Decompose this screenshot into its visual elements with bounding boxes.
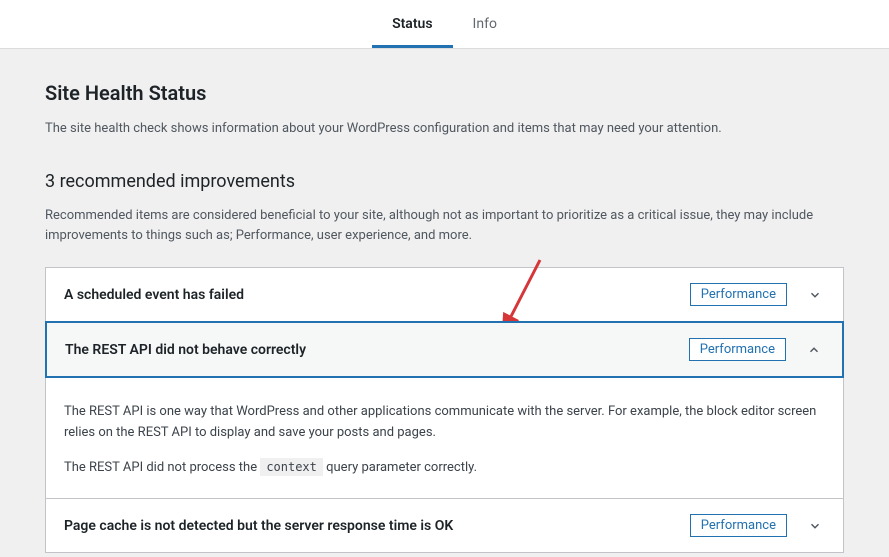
tabs-bar: Status Info: [0, 0, 889, 49]
main-content: Site Health Status The site health check…: [0, 81, 889, 553]
chevron-up-icon: [804, 340, 824, 360]
body-text: The REST API did not process the: [64, 460, 260, 475]
accordion: A scheduled event has failed Performance…: [45, 267, 844, 553]
accordion-header[interactable]: Page cache is not detected but the serve…: [46, 499, 843, 552]
accordion-title: A scheduled event has failed: [64, 287, 690, 303]
section-description: Recommended items are considered benefic…: [45, 206, 844, 248]
accordion-right: Performance: [689, 338, 824, 361]
accordion-title: The REST API did not behave correctly: [65, 342, 689, 358]
badge-performance: Performance: [689, 338, 786, 361]
body-text: query parameter correctly.: [323, 460, 477, 475]
accordion-right: Performance: [690, 283, 825, 306]
accordion-title: Page cache is not detected but the serve…: [64, 518, 690, 534]
body-paragraph: The REST API is one way that WordPress a…: [64, 402, 825, 444]
accordion-header[interactable]: The REST API did not behave correctly Pe…: [45, 321, 844, 378]
body-paragraph: The REST API did not process the context…: [64, 458, 825, 479]
code-context: context: [260, 458, 323, 476]
page-description: The site health check shows information …: [45, 119, 844, 139]
accordion-item-rest-api: The REST API did not behave correctly Pe…: [46, 321, 843, 499]
tab-info[interactable]: Info: [453, 0, 517, 48]
accordion-header[interactable]: A scheduled event has failed Performance: [46, 268, 843, 321]
chevron-down-icon: [805, 285, 825, 305]
badge-performance: Performance: [690, 514, 787, 537]
chevron-down-icon: [805, 516, 825, 536]
tab-status[interactable]: Status: [372, 0, 452, 48]
accordion-item-page-cache: Page cache is not detected but the serve…: [46, 499, 843, 552]
page-title: Site Health Status: [45, 81, 844, 105]
accordion-body: The REST API is one way that WordPress a…: [46, 377, 843, 498]
accordion-right: Performance: [690, 514, 825, 537]
badge-performance: Performance: [690, 283, 787, 306]
accordion-item-scheduled-event: A scheduled event has failed Performance: [46, 268, 843, 322]
section-title: 3 recommended improvements: [45, 171, 844, 192]
